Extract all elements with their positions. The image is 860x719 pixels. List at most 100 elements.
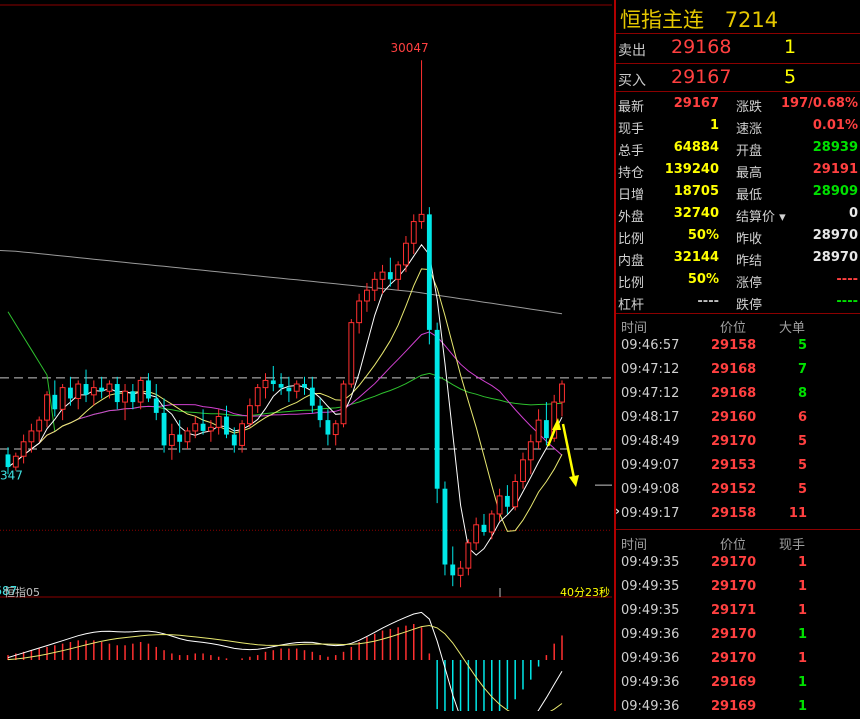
- row-price: 29170: [711, 579, 757, 594]
- candle-body: [504, 495, 510, 507]
- candle-body: [293, 383, 300, 392]
- candle-body: [99, 387, 105, 392]
- stat-row: 比例 50% 涨停 ----: [616, 269, 860, 291]
- row-cursor-icon: ›: [615, 504, 620, 518]
- table-row[interactable]: 09:49:07 29153 5: [616, 454, 860, 478]
- table-row[interactable]: 09:49:36 29170 1: [616, 647, 860, 671]
- stat-label: 最新: [618, 100, 645, 115]
- stat-value: 29191: [812, 162, 858, 177]
- stat-value: 32144: [673, 250, 719, 265]
- table-row[interactable]: 09:49:35 29171 1: [616, 599, 860, 623]
- stat-label: 涨跌: [736, 100, 763, 115]
- stat-label: 外盘: [618, 210, 645, 225]
- candle-body: [146, 380, 151, 399]
- row-price: 29158: [711, 506, 757, 521]
- stat-value: ----: [836, 272, 858, 287]
- candle-body: [122, 390, 128, 403]
- table-row[interactable]: 09:48:49 29170 5: [616, 430, 860, 454]
- stat-label: 杠杆: [618, 298, 645, 313]
- stat-label: 总手: [618, 144, 645, 159]
- candle-body: [325, 420, 331, 435]
- stat-label: 比例: [618, 276, 645, 291]
- candle-body: [527, 441, 534, 461]
- table-row[interactable]: 09:47:12 29168 8: [616, 382, 860, 406]
- stat-value: 64884: [673, 140, 719, 155]
- table-row[interactable]: 09:46:57 29158 5: [616, 334, 860, 358]
- candle-body: [286, 387, 292, 392]
- sell-quote[interactable]: 卖出 29168 1: [616, 34, 860, 62]
- candle-body: [371, 278, 378, 291]
- stat-label: 速涨: [736, 122, 763, 137]
- candle-body: [379, 271, 386, 280]
- buy-volume: 5: [784, 66, 797, 88]
- instrument-code: 7214: [724, 8, 779, 32]
- ma-magenta-line: [7, 331, 563, 468]
- candle-body: [114, 384, 120, 403]
- row-time: 09:47:12: [621, 386, 680, 401]
- stat-label: 昨收: [736, 232, 763, 247]
- candle-body: [130, 391, 136, 403]
- candle-body: [239, 423, 246, 446]
- ma-yellow-line: [7, 268, 563, 532]
- table-row[interactable]: 09:49:35 29170 1: [616, 551, 860, 575]
- macd-dea-line: [7, 624, 563, 711]
- row-volume: 5: [797, 458, 807, 473]
- stat-label: 日增: [618, 188, 645, 203]
- row-volume: 11: [788, 506, 807, 521]
- candle-body: [90, 387, 97, 396]
- candle-body: [137, 379, 144, 403]
- stat-value: 0: [848, 206, 858, 221]
- candle-body: [332, 423, 339, 436]
- candle-body: [177, 434, 183, 442]
- candle-body: [403, 242, 409, 266]
- buy-quote[interactable]: 买入 29167 5: [616, 64, 860, 92]
- candle-body: [426, 214, 432, 330]
- stat-label: 结算价 ▾: [736, 210, 786, 225]
- stat-value: 28970: [812, 250, 858, 265]
- row-time: 09:48:49: [621, 434, 680, 449]
- row-volume: 7: [797, 362, 807, 377]
- candle-body: [457, 567, 464, 576]
- stat-value: 18705: [673, 184, 719, 199]
- ma-green-line: [7, 311, 563, 433]
- table-row[interactable]: 09:49:36 29170 1: [616, 623, 860, 647]
- candle-body: [356, 300, 363, 324]
- candle-body: [83, 384, 89, 395]
- stat-value: ----: [836, 294, 858, 309]
- stat-label: 现手: [618, 122, 645, 137]
- divider: [616, 91, 860, 92]
- candle-body: [12, 455, 19, 468]
- stat-value: 0.01%: [812, 118, 858, 133]
- row-price: 29168: [711, 386, 757, 401]
- stat-row: 总手 64884 开盘 28939: [616, 137, 860, 159]
- row-volume: 1: [797, 555, 807, 570]
- table-row[interactable]: 09:49:36 29169 1: [616, 695, 860, 719]
- countdown-label: 40分23秒: [560, 585, 610, 599]
- stat-row: 比例 50% 昨收 28970: [616, 225, 860, 247]
- candle-body: [520, 459, 526, 482]
- candle-body: [75, 383, 82, 399]
- candlestick-chart-area[interactable]: 3004728687347恒指0540分23秒: [0, 0, 612, 711]
- candle-body: [465, 542, 472, 569]
- stat-label: 比例: [618, 232, 645, 247]
- candle-body: [161, 412, 167, 446]
- candle-body: [246, 405, 253, 425]
- row-price: 29160: [711, 410, 757, 425]
- big-orders-header: 时间 价位 大单: [616, 314, 860, 336]
- table-row[interactable]: 09:47:12 29168 7: [616, 358, 860, 382]
- candle-body: [302, 384, 307, 388]
- table-row[interactable]: 09:49:35 29170 1: [616, 575, 860, 599]
- candle-body: [512, 480, 519, 508]
- row-time: 09:49:17: [621, 506, 680, 521]
- stat-label: 跌停: [736, 298, 763, 313]
- table-row[interactable]: 09:49:36 29169 1: [616, 671, 860, 695]
- row-time: 09:49:36: [621, 699, 680, 714]
- buy-price: 29167: [671, 66, 732, 88]
- row-volume: 1: [797, 699, 807, 714]
- stat-value: 50%: [687, 272, 719, 287]
- row-time: 09:46:57: [621, 338, 680, 353]
- candlestick-chart[interactable]: 3004728687347恒指0540分23秒: [0, 0, 612, 711]
- table-row[interactable]: 09:48:17 29160 6: [616, 406, 860, 430]
- table-row[interactable]: 09:49:17 29158 11 ›: [615, 502, 860, 526]
- table-row[interactable]: 09:49:08 29152 5: [616, 478, 860, 502]
